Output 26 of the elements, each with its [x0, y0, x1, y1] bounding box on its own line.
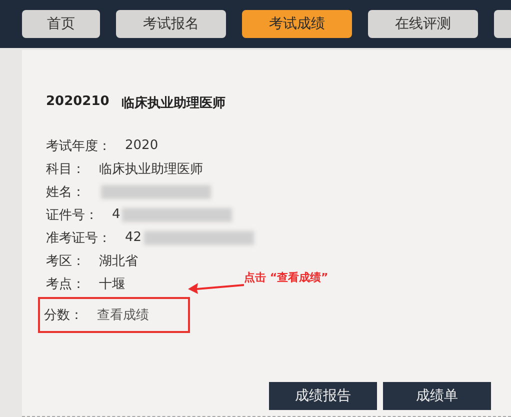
- nav-tab[interactable]: 在线评测: [368, 10, 478, 38]
- field-label: 证件号：: [46, 206, 98, 224]
- field-value: 临床执业助理医师: [99, 160, 203, 178]
- nav-tab[interactable]: 考试成绩: [242, 10, 352, 38]
- action-button[interactable]: 成绩单: [383, 382, 491, 410]
- field-label: 考试年度：: [46, 138, 111, 154]
- field-label: 姓名：: [46, 184, 85, 200]
- arrow-icon: [188, 280, 244, 294]
- nav-tab[interactable]: [494, 10, 511, 38]
- field-value: 十堰: [99, 276, 125, 292]
- exam-code: 2020210: [46, 94, 110, 111]
- field-value: 湖北省: [99, 252, 138, 270]
- field-label: 准考证号：: [46, 230, 111, 246]
- view-score-link[interactable]: 查看成绩: [97, 306, 149, 324]
- field-value: 2020: [125, 138, 158, 153]
- annotation-text: 点击 “查看成绩”: [244, 270, 328, 285]
- field-label: 分数：: [44, 307, 83, 324]
- field-label: 考区：: [46, 252, 85, 270]
- exam-name: 临床执业助理医师: [121, 94, 226, 112]
- field-label: 科目：: [46, 160, 85, 178]
- field-value: 42: [125, 230, 142, 245]
- field-value: 4: [112, 207, 120, 222]
- field-label: 考点：: [46, 276, 85, 292]
- action-button[interactable]: 成绩报告: [269, 382, 377, 410]
- nav-tab[interactable]: 首页: [22, 10, 100, 38]
- nav-tab[interactable]: 考试报名: [116, 10, 226, 38]
